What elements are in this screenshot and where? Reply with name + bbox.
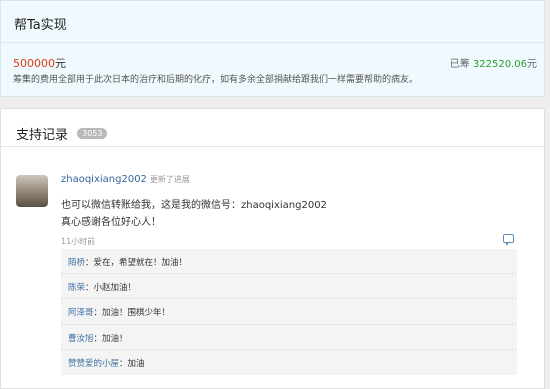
replies-list: 陌桥：爱在，希望就在！加油！ 陈荣：小赵加油！ 阿泽哥：加油！围棋少年！ 曹汝旭… [61, 249, 517, 375]
goal-unit: 元 [55, 57, 66, 70]
reply-text: 小赵加油！ [93, 283, 137, 294]
records-count-badge: 3053 [77, 128, 108, 139]
reply-item: 陈荣：小赵加油！ [61, 274, 517, 300]
reply-text: 加油 [127, 358, 145, 369]
reply-item: 阿泽哥：加油！围棋少年！ [61, 299, 517, 325]
reply-author[interactable]: 赞赞爱的小屋 [68, 359, 119, 369]
post-header: zhaoqixiang2002 更新了进展 [61, 174, 190, 185]
raised-amount: 322520.06 [472, 59, 527, 70]
reply-item: 赞赞爱的小屋：加油 [68, 358, 145, 369]
post-username[interactable]: zhaoqixiang2002 [61, 174, 147, 185]
reply-item: 曹汝旭：加油！ [61, 325, 517, 350]
reply-text: 加油！围棋少年！ [102, 308, 171, 319]
reply-author[interactable]: 阿泽哥 [68, 308, 94, 318]
post-line-2: 真心感谢各位好心人！ [61, 217, 161, 228]
project-description: 筹集的费用全部用于此次日本的治疗和后期的化疗，如有多余全部捐献给跟我们一样需要帮… [13, 75, 419, 85]
reply-text: 加油！ [102, 333, 128, 344]
project-title: 帮Ta实现 [14, 18, 67, 33]
raised-unit: 元 [527, 59, 537, 70]
records-header: 支持记录 3053 [1, 109, 544, 147]
reply-author[interactable]: 陈荣 [68, 283, 85, 293]
goal-line: 500000元 [13, 55, 66, 71]
reply-author[interactable]: 陌桥 [68, 258, 85, 268]
goal-amount: 500000 [13, 57, 55, 70]
raised-label: 已筹 [449, 59, 470, 70]
raised-line: 已筹 322520.06元 [450, 55, 537, 70]
post-action: 更新了进展 [149, 175, 190, 184]
project-card-header: 帮Ta实现 [1, 1, 544, 43]
comment-icon[interactable] [503, 234, 514, 246]
reply-text: 爱在，希望就在！加油！ [93, 258, 188, 268]
post-time: 11小时前 [61, 237, 96, 246]
records-title: 支持记录 [16, 128, 69, 143]
reply-author[interactable]: 曹汝旭 [68, 334, 94, 344]
post-line-1: 也可以微信转账给我，这是我的微信号：zhaoqixiang2002 [61, 200, 327, 211]
user-avatar[interactable] [16, 175, 48, 207]
reply-item: 陌桥：爱在，希望就在！加油！ [61, 249, 517, 275]
